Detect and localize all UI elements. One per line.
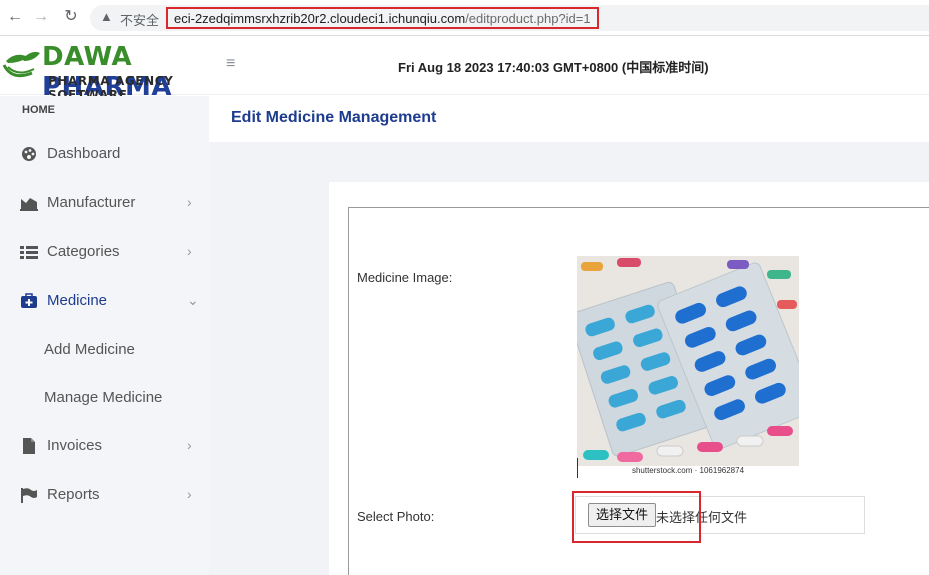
medicine-image xyxy=(577,256,799,478)
chevron-right-icon: › xyxy=(187,437,192,453)
sidebar-item-label: Medicine xyxy=(47,292,108,309)
medicine-image-label: Medicine Image: xyxy=(357,270,453,285)
insecure-label[interactable]: 不安全 xyxy=(120,10,159,29)
sidebar-item-reports[interactable]: Reports › xyxy=(0,475,209,515)
chevron-right-icon: › xyxy=(187,486,192,502)
sidebar-item-label: Categories xyxy=(47,243,120,260)
url-path: /editproduct.php?id=1 xyxy=(465,11,591,26)
list-icon xyxy=(20,244,38,260)
sidebar-item-label: Dashboard xyxy=(47,145,121,162)
chevron-right-icon: › xyxy=(187,243,192,259)
sidebar-item-categories[interactable]: Categories › xyxy=(0,232,209,272)
sidebar-item-invoices[interactable]: Invoices › xyxy=(0,426,209,466)
chevron-down-icon: ⌄ xyxy=(187,292,199,308)
highlight-box xyxy=(572,491,701,543)
address-bar[interactable]: ▲ 不安全 eci-2zedqimmsrxhzrib20r2.cloudeci1… xyxy=(90,5,929,31)
forward-arrow-icon[interactable]: → xyxy=(32,8,50,26)
image-caption: shutterstock.com · 1061962874 xyxy=(631,466,745,475)
logo[interactable]: DAWA PHARMA PHARMA AGENCY SOFTWARE xyxy=(0,41,210,102)
file-icon xyxy=(20,438,38,454)
sidebar-item-label: Manufacturer xyxy=(47,194,136,211)
logo-title-green: DAWA xyxy=(42,42,133,72)
medkit-icon xyxy=(20,293,38,309)
flag-icon xyxy=(20,487,38,503)
hamburger-menu-icon[interactable]: ≡ xyxy=(226,55,235,73)
reload-icon[interactable]: ↻ xyxy=(62,8,80,26)
current-datetime: Fri Aug 18 2023 17:40:03 GMT+0800 (中国标准时… xyxy=(398,60,709,75)
sidebar-section-home: HOME xyxy=(22,104,55,116)
leaf-logo-icon xyxy=(2,51,40,78)
sidebar-item-label: Invoices xyxy=(47,437,103,454)
edit-medicine-form: Medicine Image: shutterstock.com · 10619… xyxy=(348,207,929,575)
page-header: Edit Medicine Management xyxy=(209,96,929,142)
url-host: eci-2zedqimmsrxhzrib20r2.cloudeci1.ichun… xyxy=(174,11,466,26)
sidebar-subitem-add-medicine[interactable]: Add Medicine xyxy=(44,341,135,358)
chevron-right-icon: › xyxy=(187,194,192,210)
app-header: DAWA PHARMA PHARMA AGENCY SOFTWARE ≡ Fri… xyxy=(0,37,929,102)
sidebar-item-dashboard[interactable]: Dashboard xyxy=(0,134,209,174)
sidebar: HOME Dashboard Manufacturer › Categories… xyxy=(0,96,209,575)
chart-area-icon xyxy=(20,195,38,211)
select-photo-label: Select Photo: xyxy=(357,509,435,524)
warning-icon[interactable]: ▲ xyxy=(100,9,113,24)
sidebar-item-label: Reports xyxy=(47,486,100,503)
page-title: Edit Medicine Management xyxy=(231,109,437,126)
palette-icon xyxy=(20,146,38,162)
sidebar-subitem-manage-medicine[interactable]: Manage Medicine xyxy=(44,389,162,406)
sidebar-item-medicine[interactable]: Medicine ⌄ xyxy=(0,281,209,321)
browser-toolbar: ← → ↻ ▲ 不安全 eci-2zedqimmsrxhzrib20r2.clo… xyxy=(0,0,929,36)
main-content: Edit Medicine Management Medicine Image: xyxy=(209,96,929,575)
url-text[interactable]: eci-2zedqimmsrxhzrib20r2.cloudeci1.ichun… xyxy=(166,7,599,29)
sidebar-item-manufacturer[interactable]: Manufacturer › xyxy=(0,183,209,223)
back-arrow-icon[interactable]: ← xyxy=(6,8,24,26)
